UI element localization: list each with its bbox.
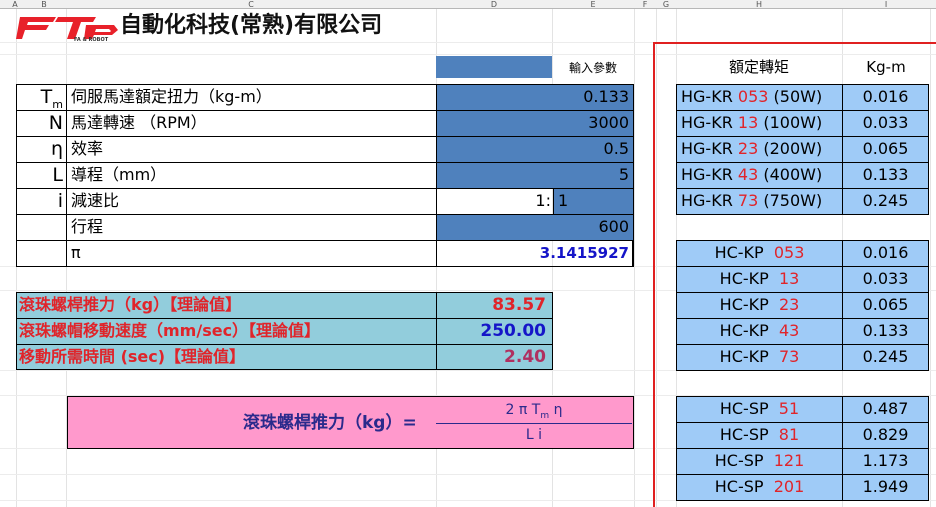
hg-kr-torque-73[interactable]: 0.245 (842, 188, 929, 215)
hc-sp-model-121[interactable]: HC-SP 121 (676, 448, 843, 475)
hc-kp-torque-053[interactable]: 0.016 (842, 240, 929, 267)
param-label-speed: 馬達轉速 （RPM） (66, 110, 437, 137)
param-symbol-ratio: i (16, 188, 67, 215)
hg-kr-torque-13[interactable]: 0.033 (842, 110, 929, 137)
result-label-thrust: 滾珠螺桿推力（kg）【理論值】 (16, 292, 437, 319)
param-label-torque: 伺服馬達額定扭力（kg-m） (66, 84, 437, 111)
column-header-g[interactable]: G (656, 0, 676, 9)
logo-subtext: FA & ROBOT (74, 37, 109, 43)
param-input-torque[interactable]: 0.133 (436, 84, 634, 111)
torque-group-hc-sp: HC-SP 51 0.487 HC-SP 81 0.829 HC-SP 121 … (676, 396, 929, 501)
hc-sp-torque-201[interactable]: 1.949 (842, 474, 929, 501)
column-header-b[interactable]: B (22, 0, 66, 9)
hg-kr-torque-23[interactable]: 0.065 (842, 136, 929, 163)
hg-kr-model-73[interactable]: HG-KR 73 (750W) (676, 188, 843, 215)
formula-numerator: 2 π Tm η (505, 402, 563, 421)
input-legend-label: 輸入參數 (568, 61, 617, 75)
formula-denominator: L i (525, 427, 543, 443)
param-symbol-stroke (16, 214, 67, 241)
param-ratio-prefix: 1: (436, 188, 554, 215)
frame-left-line (653, 42, 655, 507)
hg-kr-model-053[interactable]: HG-KR 053 (50W) (676, 84, 843, 111)
torque-group-hg-kr: HG-KR 053 (50W) 0.016 HG-KR 13 (100W) 0.… (676, 84, 929, 215)
param-input-ratio[interactable]: 1 (553, 188, 634, 215)
param-symbol-efficiency: η (16, 136, 67, 163)
param-input-speed[interactable]: 3000 (436, 110, 634, 137)
result-label-velocity: 滾珠螺帽移動速度（mm/sec）【理論值】 (16, 318, 437, 345)
hg-kr-torque-053[interactable]: 0.016 (842, 84, 929, 111)
torque-header-model: 額定轉矩 (728, 58, 789, 76)
hc-kp-torque-13[interactable]: 0.033 (842, 266, 929, 293)
param-label-pi: π (66, 240, 437, 267)
hg-kr-model-23[interactable]: HG-KR 23 (200W) (676, 136, 843, 163)
param-label-lead: 導程（mm） (66, 162, 437, 189)
hc-sp-model-51[interactable]: HC-SP 51 (676, 396, 843, 423)
param-label-stroke: 行程 (66, 214, 437, 241)
hc-kp-torque-43[interactable]: 0.133 (842, 318, 929, 345)
column-header-i[interactable]: I (842, 0, 930, 9)
column-header-d[interactable]: D (436, 0, 552, 9)
column-header-e[interactable]: E (552, 0, 634, 9)
result-value-velocity[interactable]: 250.00 (436, 318, 553, 345)
hc-kp-torque-73[interactable]: 0.245 (842, 344, 929, 371)
hg-kr-model-13[interactable]: HG-KR 13 (100W) (676, 110, 843, 137)
hc-sp-torque-81[interactable]: 0.829 (842, 422, 929, 449)
hc-kp-model-23[interactable]: HC-KP 23 (676, 292, 843, 319)
hc-sp-model-201[interactable]: HC-SP 201 (676, 474, 843, 501)
torque-header-unit: Kg-m (866, 58, 906, 76)
param-label-efficiency: 效率 (66, 136, 437, 163)
result-value-time[interactable]: 2.40 (436, 344, 553, 370)
column-header-h[interactable]: H (676, 0, 842, 9)
column-header-c[interactable]: C (66, 0, 436, 9)
formula-box: 滾珠螺桿推力（kg）= 2 π Tm η L i (67, 396, 634, 449)
param-symbol-pi (16, 240, 67, 267)
hc-sp-torque-121[interactable]: 1.173 (842, 448, 929, 475)
input-legend-swatch (436, 56, 552, 78)
result-value-thrust[interactable]: 83.57 (436, 292, 553, 319)
results-table: 滾珠螺桿推力（kg）【理論值】 83.57 滾珠螺帽移動速度（mm/sec）【理… (16, 292, 553, 370)
param-symbol-torque: Tm (16, 84, 67, 111)
hc-sp-model-81[interactable]: HC-SP 81 (676, 422, 843, 449)
param-symbol-speed: N (16, 110, 67, 137)
result-label-time: 移動所需時間 (sec)【理論值】 (16, 344, 437, 370)
param-value-pi[interactable]: 3.1415927 (436, 240, 634, 267)
param-symbol-lead: L (16, 162, 67, 189)
hg-kr-model-43[interactable]: HG-KR 43 (400W) (676, 162, 843, 189)
parameter-table: Tm 伺服馬達額定扭力（kg-m） 0.133 N 馬達轉速 （RPM） 300… (16, 84, 634, 267)
column-header-f[interactable]: F (634, 0, 656, 9)
hc-kp-model-73[interactable]: HC-KP 73 (676, 344, 843, 371)
hc-sp-torque-51[interactable]: 0.487 (842, 396, 929, 423)
hc-kp-model-43[interactable]: HC-KP 43 (676, 318, 843, 345)
company-logo: FA & ROBOT (16, 11, 120, 45)
hg-kr-torque-43[interactable]: 0.133 (842, 162, 929, 189)
hc-kp-model-13[interactable]: HC-KP 13 (676, 266, 843, 293)
param-label-ratio: 減速比 (66, 188, 437, 215)
param-input-lead[interactable]: 5 (436, 162, 634, 189)
hc-kp-torque-23[interactable]: 0.065 (842, 292, 929, 319)
frame-top-line (653, 42, 936, 44)
param-input-efficiency[interactable]: 0.5 (436, 136, 634, 163)
formula-lhs: 滾珠螺桿推力（kg）= (243, 413, 417, 433)
hc-kp-model-053[interactable]: HC-KP 053 (676, 240, 843, 267)
torque-group-hc-kp: HC-KP 053 0.016 HC-KP 13 0.033 HC-KP 23 … (676, 240, 929, 371)
column-header-a[interactable]: A (8, 0, 22, 9)
company-name: 自動化科技(常熟)有限公司 (120, 13, 383, 38)
param-input-stroke[interactable]: 600 (436, 214, 634, 241)
